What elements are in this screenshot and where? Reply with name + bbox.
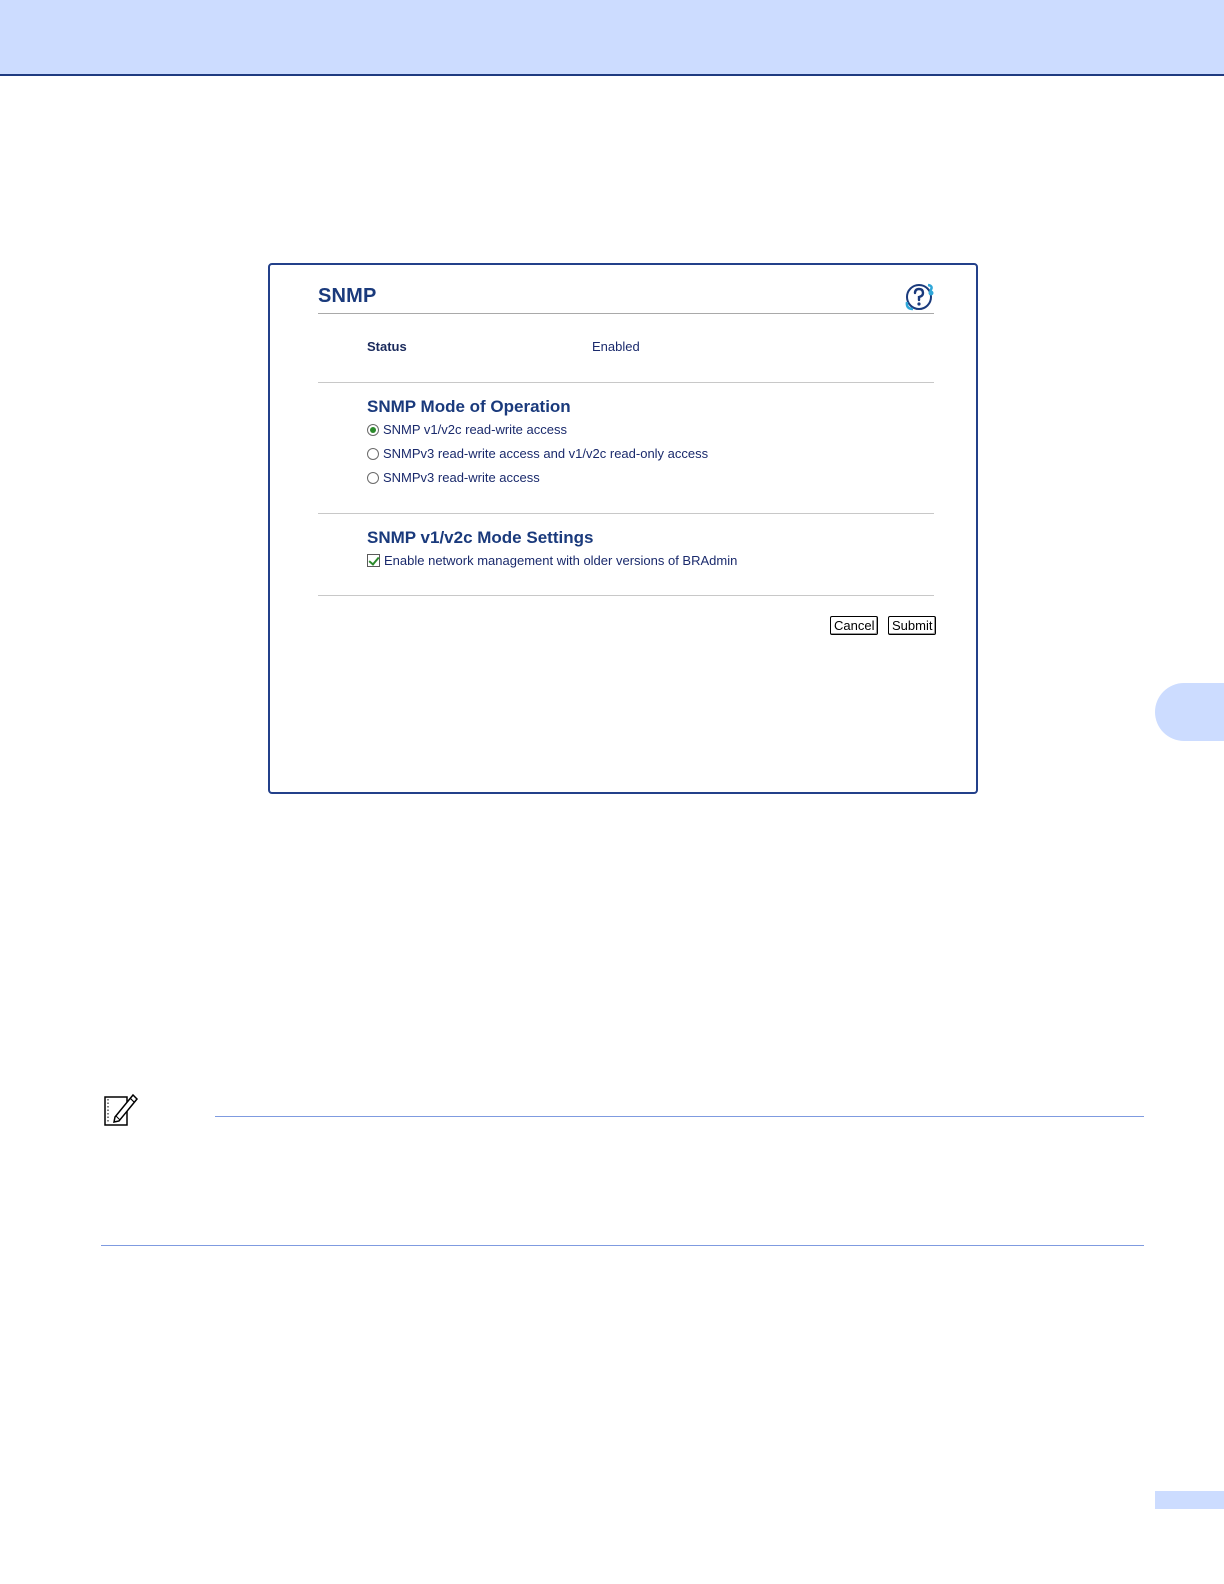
radio-button[interactable] [367, 471, 379, 484]
option-label: SNMPv3 read-write access [383, 470, 540, 485]
mode-of-operation-heading: SNMP Mode of Operation [367, 397, 571, 416]
bradmin-legacy-checkbox-row[interactable]: Enable network management with older ver… [367, 553, 737, 568]
page-header-band [0, 0, 1224, 76]
note-pencil-icon [104, 1093, 139, 1126]
status-value: Enabled [592, 339, 640, 354]
chapter-side-tab [1155, 683, 1224, 741]
title-divider [318, 313, 934, 314]
checkbox-label: Enable network management with older ver… [384, 553, 738, 568]
option-label: SNMP v1/v2c read-write access [383, 422, 567, 437]
mode-option-v3-read-write[interactable]: SNMPv3 read-write access [367, 470, 540, 485]
manual-page: SNMP Status Enabled SNMP Mode of Operati… [0, 0, 1224, 1584]
v1v2c-mode-settings-heading: SNMP v1/v2c Mode Settings [367, 528, 594, 547]
help-question-icon[interactable] [904, 282, 936, 312]
cancel-button[interactable]: Cancel [830, 616, 879, 635]
status-label: Status [367, 339, 407, 354]
snmp-settings-panel: SNMP Status Enabled SNMP Mode of Operati… [268, 263, 978, 794]
section-divider [318, 513, 934, 514]
page-number-tab [1155, 1491, 1224, 1509]
page-title: SNMP [318, 285, 377, 307]
mode-option-v3-and-v1v2c-read-only[interactable]: SNMPv3 read-write access and v1/v2c read… [367, 446, 708, 461]
section-divider [318, 382, 934, 383]
mode-option-v1v2c-read-write[interactable]: SNMP v1/v2c read-write access [367, 422, 567, 437]
option-label: SNMPv3 read-write access and v1/v2c read… [383, 446, 709, 461]
submit-button[interactable]: Submit [888, 616, 937, 635]
radio-button[interactable] [367, 447, 379, 460]
note-top-rule [215, 1116, 1144, 1117]
radio-button-selected[interactable] [367, 423, 379, 436]
note-bottom-rule [101, 1245, 1144, 1246]
checkbox-checked[interactable] [367, 554, 380, 567]
section-divider [318, 595, 934, 596]
